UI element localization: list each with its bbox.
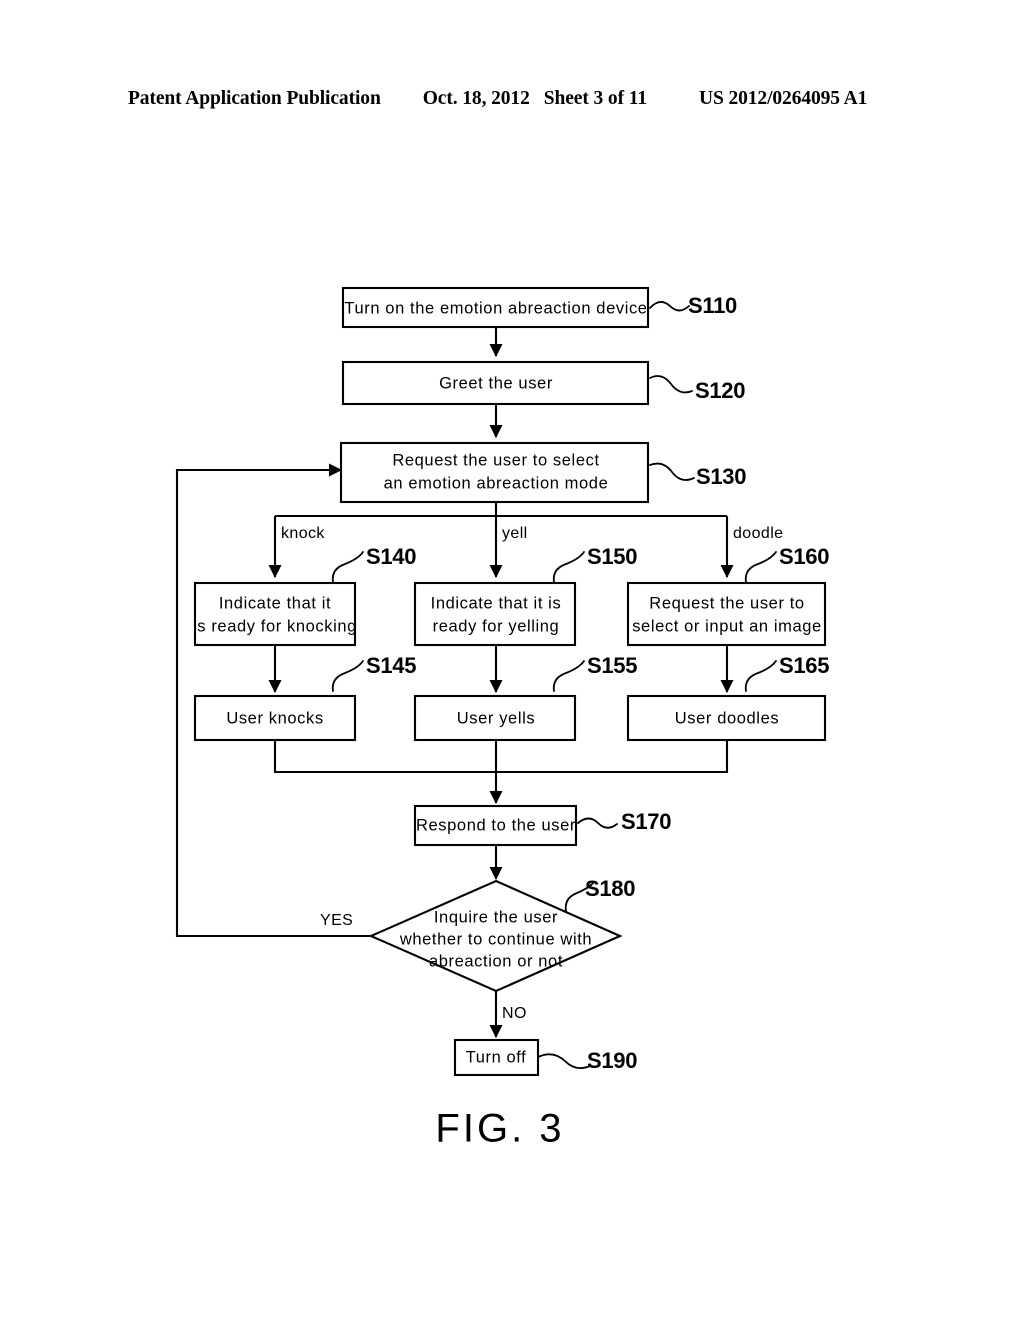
node-s120[interactable]: Greet the user S120 <box>341 360 746 406</box>
node-s150[interactable]: Indicate that it is ready for yelling S1… <box>413 544 638 647</box>
node-s160[interactable]: Request the user to select or input an i… <box>626 544 830 647</box>
node-s140-line2: is ready for knocking <box>193 617 357 635</box>
node-s180-line3: abreaction or not <box>429 952 563 970</box>
patent-page: Patent Application Publication Oct. 18, … <box>0 0 1024 1320</box>
node-s190-line1: Turn off <box>466 1048 527 1066</box>
node-s130[interactable]: Request the user to select an emotion ab… <box>339 441 747 504</box>
figure-3-flowchart: Turn on the emotion abreaction device S1… <box>0 0 1024 1320</box>
edge-label-yes: YES <box>320 912 353 929</box>
leader-s155 <box>552 660 585 692</box>
edge-label-yell: yell <box>502 525 528 542</box>
node-s160-line1: Request the user to <box>649 594 804 612</box>
node-s110[interactable]: Turn on the emotion abreaction device S1… <box>341 286 737 329</box>
leader-s150 <box>552 551 585 583</box>
node-s155-line1: User yells <box>457 709 535 727</box>
leader-s190 <box>537 1053 591 1070</box>
leader-s170 <box>577 817 618 829</box>
node-s130-line2: an emotion abreaction mode <box>384 474 609 492</box>
node-s155[interactable]: User yells S155 <box>413 653 638 742</box>
node-s170-ref: S170 <box>621 809 671 834</box>
node-s160-box[interactable] <box>626 581 827 647</box>
node-s110-line1: Turn on the emotion abreaction device <box>344 299 647 317</box>
node-s150-line2: ready for yelling <box>433 617 560 635</box>
node-s120-line1: Greet the user <box>439 374 553 392</box>
node-s165-line1: User doodles <box>675 709 779 727</box>
leader-s110 <box>649 301 690 312</box>
node-s180-ref: S180 <box>585 876 635 901</box>
node-s165[interactable]: User doodles S165 <box>626 653 830 742</box>
node-s150-ref: S150 <box>587 544 637 569</box>
leader-s140 <box>331 551 364 583</box>
figure-caption: FIG. 3 <box>435 1107 564 1151</box>
node-s145-ref: S145 <box>366 653 416 678</box>
node-s145-line1: User knocks <box>226 709 323 727</box>
node-s130-line1: Request the user to select <box>392 451 599 469</box>
node-s150-line1: Indicate that it is <box>431 594 562 612</box>
edge-label-no: NO <box>502 1005 527 1022</box>
node-s160-ref: S160 <box>779 544 829 569</box>
edge-s145-merge <box>273 740 496 774</box>
node-s165-ref: S165 <box>779 653 829 678</box>
node-s170-line1: Respond to the user <box>416 816 576 834</box>
node-s190-ref: S190 <box>587 1048 637 1073</box>
node-s170[interactable]: Respond to the user S170 <box>413 804 672 847</box>
node-s180[interactable]: Inquire the user whether to continue wit… <box>368 876 636 993</box>
leader-s130 <box>649 462 695 481</box>
node-s130-ref: S130 <box>696 464 746 489</box>
leader-s165 <box>744 660 777 692</box>
node-s120-ref: S120 <box>695 378 745 403</box>
node-s140-line1: Indicate that it <box>219 594 331 612</box>
edge-s165-merge <box>496 740 729 774</box>
node-s145[interactable]: User knocks S145 <box>193 653 417 742</box>
node-s110-ref: S110 <box>688 293 737 318</box>
node-s190[interactable]: Turn off S190 <box>453 1038 638 1077</box>
node-s140-box[interactable] <box>193 581 357 647</box>
leader-s145 <box>331 660 364 692</box>
node-s140-ref: S140 <box>366 544 416 569</box>
node-s180-line2: whether to continue with <box>399 930 592 948</box>
leader-s120 <box>649 375 693 394</box>
node-s140[interactable]: Indicate that it is ready for knocking S… <box>193 544 417 647</box>
node-s150-box[interactable] <box>413 581 577 647</box>
leader-s160 <box>744 551 777 583</box>
node-s160-line2: select or input an image <box>632 617 822 635</box>
node-s155-ref: S155 <box>587 653 637 678</box>
edge-label-doodle: doodle <box>733 525 783 542</box>
node-s180-line1: Inquire the user <box>434 908 558 926</box>
edge-label-knock: knock <box>281 525 325 542</box>
